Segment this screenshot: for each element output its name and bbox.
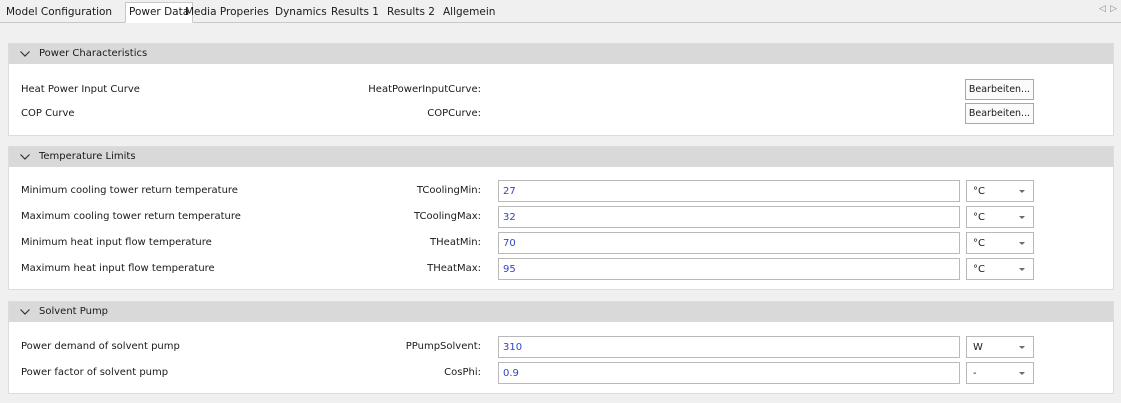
- section-temperature-limits: Temperature Limits Minimum cooling tower…: [8, 146, 1114, 290]
- ppumpsolvent-input[interactable]: [498, 336, 960, 358]
- caret-down-icon: [1019, 346, 1025, 349]
- unit-value: W: [973, 342, 983, 353]
- param-label: COP Curve: [21, 108, 75, 119]
- cosphi-input[interactable]: [498, 362, 960, 384]
- unit-value: °C: [973, 264, 985, 275]
- tcoolingmin-input[interactable]: [498, 180, 960, 202]
- param-row-ppumpsolvent: Power demand of solvent pump PPumpSolven…: [9, 336, 1113, 358]
- tab-dynamics[interactable]: Dynamics: [272, 3, 330, 23]
- param-label: Power factor of solvent pump: [21, 367, 169, 378]
- param-var: TCoolingMax:: [413, 211, 481, 222]
- param-row-theatmin: Minimum heat input flow temperature THea…: [9, 232, 1113, 254]
- param-var: CosPhi:: [444, 367, 481, 378]
- tab-model-configuration[interactable]: Model Configuration: [3, 3, 115, 23]
- param-label: Maximum heat input flow temperature: [21, 263, 215, 274]
- section-title: Temperature Limits: [39, 151, 136, 162]
- unit-value: °C: [973, 238, 985, 249]
- caret-down-icon: [1019, 372, 1025, 375]
- tab-scroll-right-icon[interactable]: ▷: [1110, 4, 1117, 14]
- param-var: COPCurve:: [427, 108, 481, 119]
- param-row-heat-power-input-curve: Heat Power Input Curve HeatPowerInputCur…: [9, 79, 1113, 101]
- tab-results-1[interactable]: Results 1: [328, 3, 382, 23]
- param-label: Minimum heat input flow temperature: [21, 237, 212, 248]
- tab-bar: Model Configuration Power Data Media Pro…: [0, 0, 1121, 23]
- unit-value: °C: [973, 212, 985, 223]
- chevron-down-icon[interactable]: [19, 48, 31, 60]
- param-var: HeatPowerInputCurve:: [368, 84, 481, 95]
- section-header-solvent-pump[interactable]: Solvent Pump: [9, 302, 1113, 322]
- param-var: THeatMax:: [427, 263, 481, 274]
- section-header-power-characteristics[interactable]: Power Characteristics: [9, 44, 1113, 64]
- unit-value: °C: [973, 186, 985, 197]
- param-label: Minimum cooling tower return temperature: [21, 185, 238, 196]
- param-row-cop-curve: COP Curve COPCurve: Bearbeiten...: [9, 103, 1113, 125]
- section-power-characteristics: Power Characteristics Heat Power Input C…: [8, 43, 1114, 136]
- param-row-cosphi: Power factor of solvent pump CosPhi: -: [9, 362, 1113, 384]
- tcoolingmax-input[interactable]: [498, 206, 960, 228]
- theatmin-unit-select[interactable]: °C: [966, 232, 1034, 254]
- chevron-down-icon[interactable]: [19, 151, 31, 163]
- param-var: TCoolingMin:: [416, 185, 481, 196]
- section-header-temperature-limits[interactable]: Temperature Limits: [9, 147, 1113, 167]
- chevron-down-icon[interactable]: [19, 306, 31, 318]
- tab-allgemein[interactable]: Allgemein: [440, 3, 498, 23]
- tcoolingmin-unit-select[interactable]: °C: [966, 180, 1034, 202]
- param-label: Heat Power Input Curve: [21, 84, 140, 95]
- edit-heat-power-input-curve-button[interactable]: Bearbeiten...: [965, 79, 1034, 100]
- theatmax-unit-select[interactable]: °C: [966, 258, 1034, 280]
- tcoolingmax-unit-select[interactable]: °C: [966, 206, 1034, 228]
- ppumpsolvent-unit-select[interactable]: W: [966, 336, 1034, 358]
- param-row-tcoolingmax: Maximum cooling tower return temperature…: [9, 206, 1113, 228]
- param-var: PPumpSolvent:: [405, 341, 481, 352]
- section-title: Power Characteristics: [39, 48, 148, 59]
- tab-media-properies[interactable]: Media Properies: [182, 3, 272, 23]
- section-solvent-pump: Solvent Pump Power demand of solvent pum…: [8, 301, 1114, 394]
- unit-value: -: [973, 368, 977, 379]
- theatmax-input[interactable]: [498, 258, 960, 280]
- tab-scroll-left-icon[interactable]: ◁: [1099, 4, 1106, 14]
- param-row-tcoolingmin: Minimum cooling tower return temperature…: [9, 180, 1113, 202]
- param-label: Maximum cooling tower return temperature: [21, 211, 241, 222]
- theatmin-input[interactable]: [498, 232, 960, 254]
- param-var: THeatMin:: [430, 237, 481, 248]
- edit-cop-curve-button[interactable]: Bearbeiten...: [965, 103, 1034, 124]
- param-row-theatmax: Maximum heat input flow temperature THea…: [9, 258, 1113, 280]
- caret-down-icon: [1019, 268, 1025, 271]
- tab-results-2[interactable]: Results 2: [384, 3, 438, 23]
- cosphi-unit-select[interactable]: -: [966, 362, 1034, 384]
- caret-down-icon: [1019, 242, 1025, 245]
- caret-down-icon: [1019, 190, 1025, 193]
- caret-down-icon: [1019, 216, 1025, 219]
- section-title: Solvent Pump: [39, 306, 109, 317]
- param-label: Power demand of solvent pump: [21, 341, 180, 352]
